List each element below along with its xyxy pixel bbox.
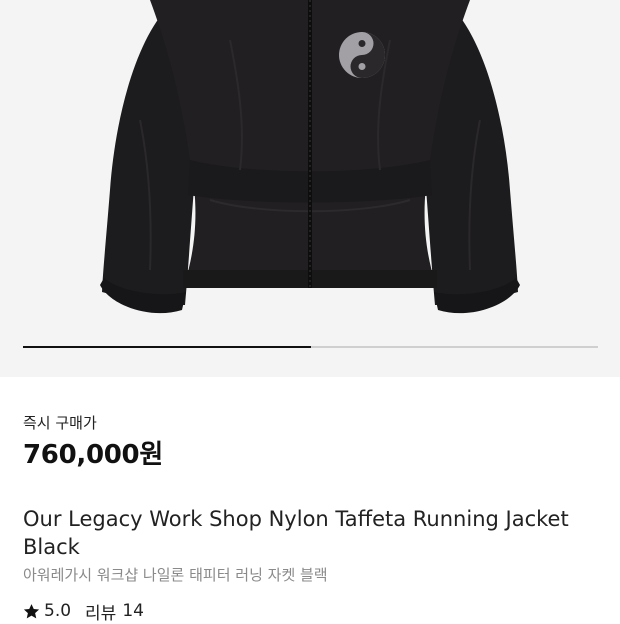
review-count: 14: [122, 601, 144, 621]
price-label: 즉시 구매가: [23, 414, 97, 432]
rating-value: 5.0: [44, 601, 72, 621]
price-value: 760,000원: [23, 440, 163, 470]
carousel-progress-fill: [23, 346, 311, 348]
product-title[interactable]: Our Legacy Work Shop Nylon Taffeta Runni…: [23, 505, 598, 561]
carousel-progress: [23, 346, 598, 348]
product-image-area[interactable]: [0, 0, 620, 377]
rating-row[interactable]: 5.0 리뷰 14: [23, 600, 144, 624]
jacket-image: [100, 0, 520, 314]
product-subtitle: 아워레가시 워크샵 나일론 태피터 러닝 자켓 블랙: [23, 566, 328, 584]
yin-yang-logo-icon: [339, 32, 385, 78]
star-icon: [23, 603, 40, 620]
